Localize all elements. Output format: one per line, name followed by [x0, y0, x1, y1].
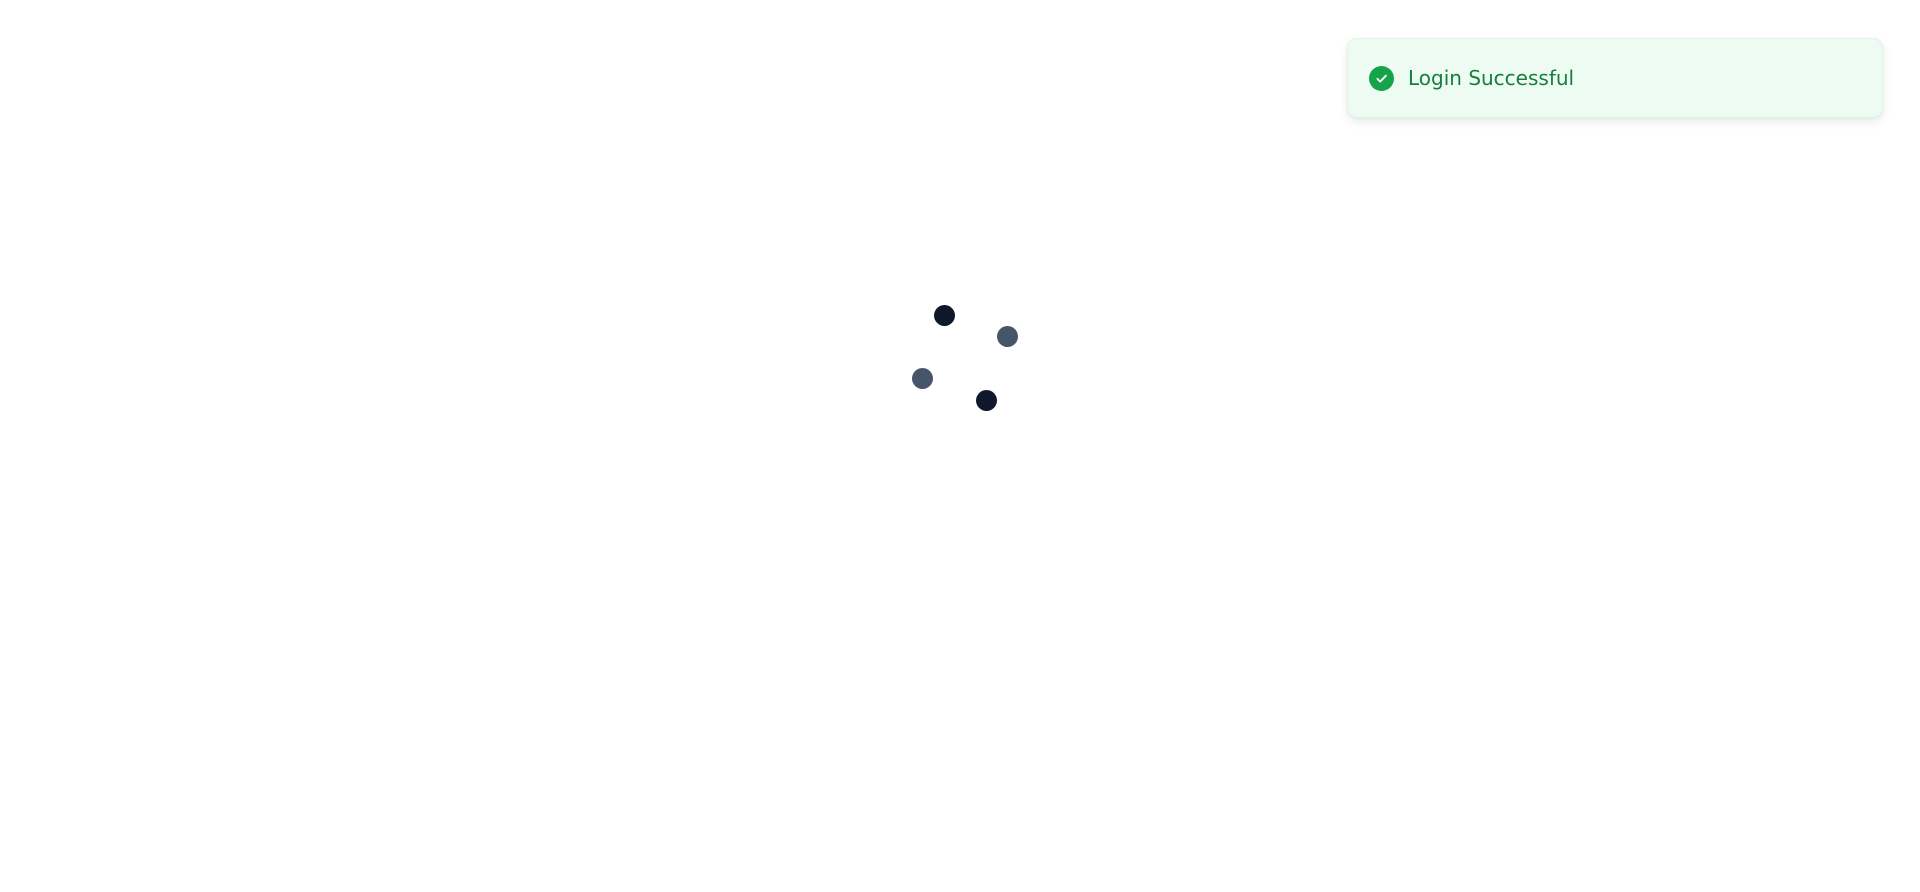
app-page: Login Successful [0, 0, 1920, 892]
check-circle-icon [1369, 65, 1394, 91]
loading-dot [912, 368, 933, 389]
loading-dot [976, 390, 997, 411]
toast-message: Login Successful [1408, 66, 1575, 90]
loading-dot [934, 305, 955, 326]
loading-spinner-icon [910, 305, 1020, 415]
loading-dot [997, 326, 1018, 347]
success-toast: Login Successful [1347, 38, 1883, 118]
